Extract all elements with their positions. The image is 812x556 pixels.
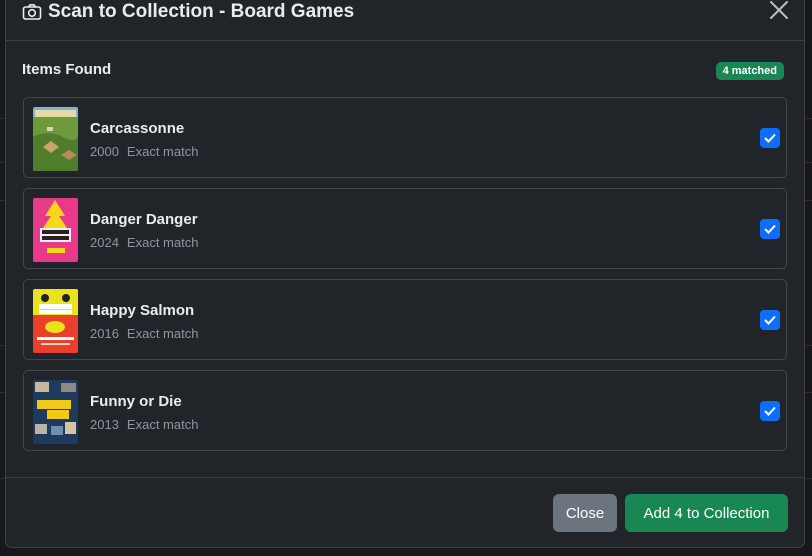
checkmark-icon	[764, 406, 776, 416]
danger-danger-cover	[33, 198, 78, 262]
carcassonne-cover	[33, 107, 78, 171]
close-icon[interactable]	[768, 0, 790, 21]
item-name: Danger Danger	[90, 211, 198, 228]
item-name: Carcassonne	[90, 120, 185, 137]
modal-footer: Close Add 4 to Collection	[6, 477, 804, 547]
list-item[interactable]: Funny or Die 2013 Exact match	[23, 370, 787, 451]
scan-modal: Scan to Collection - Board Games Items F…	[5, 0, 805, 548]
items-found-header: Items Found 4 matched	[22, 61, 784, 81]
item-year: 2016	[90, 326, 119, 341]
list-item[interactable]: Happy Salmon 2016 Exact match	[23, 279, 787, 360]
item-meta: 2016 Exact match	[90, 326, 198, 341]
camera-icon	[22, 4, 42, 20]
close-button[interactable]: Close	[553, 494, 617, 532]
item-checkbox[interactable]	[760, 310, 780, 330]
item-checkbox[interactable]	[760, 401, 780, 421]
funny-or-die-cover	[33, 380, 78, 444]
item-year: 2000	[90, 144, 119, 159]
checkmark-icon	[764, 224, 776, 234]
modal-header: Scan to Collection - Board Games	[6, 0, 804, 41]
modal-title: Scan to Collection - Board Games	[22, 1, 354, 23]
modal-title-text: Scan to Collection - Board Games	[48, 1, 355, 22]
list-item[interactable]: Carcassonne 2000 Exact match	[23, 97, 787, 178]
item-meta: 2013 Exact match	[90, 417, 198, 432]
add-to-collection-button[interactable]: Add 4 to Collection	[625, 494, 788, 532]
item-match-status: Exact match	[126, 417, 199, 432]
item-checkbox[interactable]	[760, 219, 780, 239]
item-checkbox[interactable]	[760, 128, 780, 148]
item-meta: 2000 Exact match	[90, 144, 198, 159]
item-year: 2024	[90, 235, 119, 250]
item-match-status: Exact match	[126, 144, 199, 159]
happy-salmon-cover	[33, 289, 78, 353]
item-meta: 2024 Exact match	[90, 235, 198, 250]
list-item[interactable]: Danger Danger 2024 Exact match	[23, 188, 787, 269]
checkmark-icon	[764, 133, 776, 143]
checkmark-icon	[764, 315, 776, 325]
item-name: Funny or Die	[90, 393, 182, 410]
item-name: Happy Salmon	[90, 302, 195, 319]
matched-count-badge: 4 matched	[715, 62, 784, 80]
item-match-status: Exact match	[126, 235, 199, 250]
item-match-status: Exact match	[126, 326, 199, 341]
item-year: 2013	[90, 417, 119, 432]
items-found-title: Items Found	[22, 61, 112, 78]
